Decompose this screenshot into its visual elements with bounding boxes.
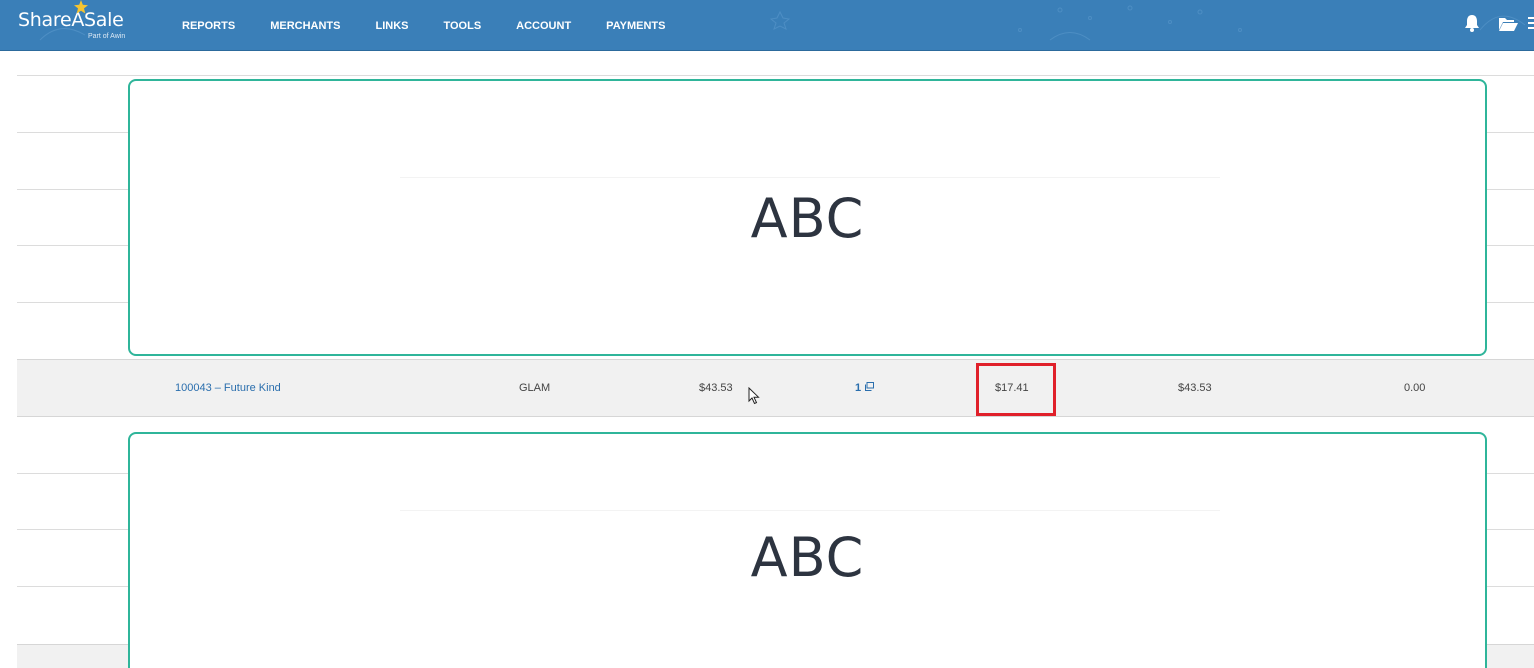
menu-icon[interactable] bbox=[1528, 15, 1534, 31]
mouse-cursor-icon bbox=[748, 387, 760, 405]
header-icons bbox=[1446, 14, 1534, 32]
logo-subtext: Part of Awin bbox=[88, 33, 126, 40]
star-icon bbox=[74, 0, 88, 14]
shareasale-logo[interactable]: ShareASale Part of Awin bbox=[18, 0, 125, 40]
nav-account[interactable]: ACCOUNT bbox=[516, 20, 571, 32]
main-nav: REPORTS MERCHANTS LINKS TOOLS ACCOUNT PA… bbox=[182, 0, 700, 51]
nav-reports[interactable]: REPORTS bbox=[182, 20, 235, 32]
popup-window-icon bbox=[865, 382, 875, 391]
sale-amount: $43.53 bbox=[699, 382, 733, 394]
ad-text-top: ABC bbox=[750, 187, 865, 250]
nav-merchants[interactable]: MERCHANTS bbox=[270, 20, 340, 32]
top-navigation-bar: ShareASale Part of Awin REPORTS MERCHANT… bbox=[0, 0, 1534, 51]
transaction-count-link[interactable]: 1 bbox=[855, 382, 875, 394]
transaction-count: 1 bbox=[855, 382, 862, 394]
ad-text-bottom: ABC bbox=[750, 526, 865, 589]
merchant-link[interactable]: 100043 – Future Kind bbox=[175, 382, 281, 394]
merchant-category: GLAM bbox=[519, 382, 551, 394]
ad-divider bbox=[400, 510, 1220, 511]
nav-payments[interactable]: PAYMENTS bbox=[606, 20, 665, 32]
ad-divider bbox=[400, 177, 1220, 178]
nav-links[interactable]: LINKS bbox=[375, 20, 408, 32]
nav-tools[interactable]: TOOLS bbox=[443, 20, 481, 32]
commission-highlight-box bbox=[976, 363, 1056, 416]
ad-banner-bottom[interactable]: ABC bbox=[128, 432, 1487, 668]
ad-banner-top[interactable]: ABC bbox=[128, 79, 1487, 356]
logo-text: ShareASale bbox=[18, 9, 124, 31]
other-value: 0.00 bbox=[1404, 382, 1426, 394]
total-amount: $43.53 bbox=[1178, 382, 1212, 394]
bell-icon[interactable] bbox=[1464, 14, 1480, 32]
table-row: 100043 – Future Kind GLAM $43.53 1 $17.4… bbox=[17, 359, 1534, 417]
folder-open-icon[interactable] bbox=[1498, 15, 1518, 32]
row-divider bbox=[17, 75, 1534, 76]
